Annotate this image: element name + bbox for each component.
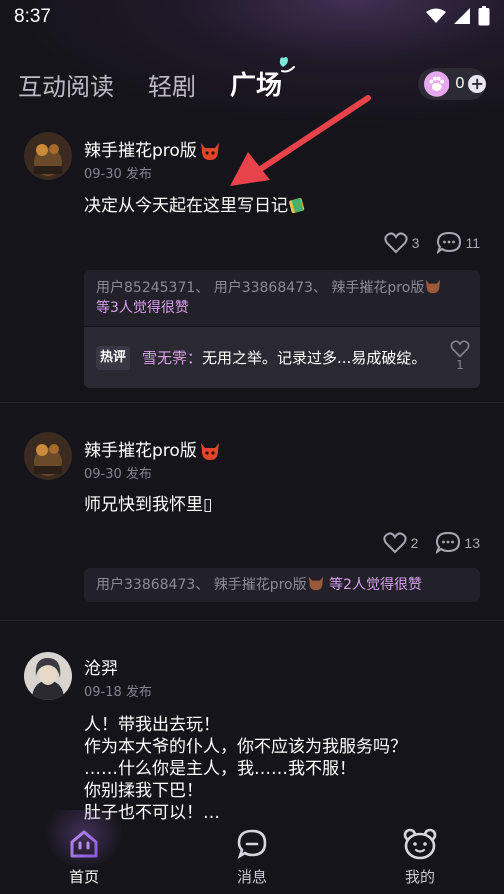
post-date: 09-18 发布: [84, 685, 152, 700]
add-coin-button[interactable]: +: [468, 75, 486, 93]
like-button[interactable]: 2: [383, 532, 419, 554]
hot-comment-tag: 热评: [96, 345, 130, 370]
tab-plaza[interactable]: 广场: [230, 56, 296, 102]
comment-bubble-icon: [436, 532, 461, 554]
post-text[interactable]: 师兄快到我怀里▯: [84, 494, 212, 516]
hot-comment-text: 无用之举。记录过多...易成破绽。: [202, 349, 427, 367]
liked-by-suffix: 等3人觉得很赞: [96, 300, 189, 316]
nav-home-label: 首页: [68, 868, 99, 886]
bottom-nav: 首页 消息 我的: [0, 810, 504, 894]
like-button[interactable]: 3: [384, 232, 420, 254]
post-text[interactable]: 人！带我出去玩！ 作为本大爷的仆人，你不应该为我服务吗？ ……什么你是主人，我……: [84, 714, 407, 820]
post-text-content: 决定从今天起在这里写日记: [84, 196, 288, 216]
nav-home[interactable]: 首页: [44, 828, 124, 887]
liked-by-suffix: 等2人觉得很赞: [329, 577, 422, 593]
post-card[interactable]: 辣手摧花pro版 09-30 发布 决定从今天起在这里写日记 3 11 用户85…: [0, 118, 504, 402]
post-text-line: 作为本大爷的仆人，你不应该为我服务吗？: [84, 737, 407, 757]
hot-comment-like-count: 1: [456, 358, 464, 372]
author-name[interactable]: 辣手摧花pro版: [84, 436, 221, 461]
post-divider: [0, 402, 504, 403]
comment-button[interactable]: 13: [436, 532, 480, 554]
post-card[interactable]: 沧羿 09-18 发布 人！带我出去玩！ 作为本大爷的仆人，你不应该为我服务吗？…: [0, 632, 504, 820]
status-icons: [426, 6, 490, 26]
status-bar: 8:37: [0, 0, 504, 34]
heart-icon: [450, 340, 470, 358]
liked-by-line: 用户33868473、 辣手摧花pro版 等2人觉得很赞: [84, 568, 480, 601]
hot-comment-user[interactable]: 雪无霁：: [142, 347, 202, 368]
post-date: 09-30 发布: [84, 467, 152, 482]
post-text-line: 肚子也不可以！…: [84, 803, 220, 820]
paw-count: 0: [455, 75, 465, 92]
avatar[interactable]: [24, 432, 72, 480]
liked-by-users: 用户85245371、 用户33868473、 辣手摧花pro版: [96, 280, 425, 296]
post-text[interactable]: 决定从今天起在这里写日记: [84, 195, 306, 217]
nav-messages-label: 消息: [236, 868, 267, 886]
wifi-icon: [426, 8, 446, 23]
author-name-text: 辣手摧花pro版: [84, 441, 197, 461]
sparkle-heart-icon: [279, 56, 296, 73]
hot-comment[interactable]: 热评 雪无霁： 无用之举。记录过多...易成破绽。 1: [84, 326, 480, 388]
author-name-text: 辣手摧花pro版: [84, 141, 197, 161]
message-icon: [237, 829, 267, 859]
post-text-line: ……什么你是主人，我……我不服！: [84, 759, 356, 779]
nav-messages[interactable]: 消息: [212, 828, 292, 887]
nav-profile[interactable]: 我的: [380, 828, 460, 887]
tab-plaza-label: 广场: [230, 71, 283, 101]
devil-emoji-icon: [200, 143, 219, 160]
post-card[interactable]: 辣手摧花pro版 09-30 发布 师兄快到我怀里▯ 2 13 用户338684…: [0, 414, 504, 620]
post-stats: 2 13: [383, 532, 480, 554]
post-text-line: 人！带我出去玩！: [84, 715, 220, 735]
liked-by-users: 用户33868473、 辣手摧花pro版: [96, 577, 307, 593]
author-name[interactable]: 辣手摧花pro版: [84, 136, 221, 161]
avatar[interactable]: [24, 132, 72, 180]
post-divider: [0, 620, 504, 621]
hot-comment-like-button[interactable]: 1: [450, 340, 470, 372]
paw-icon: [424, 71, 450, 97]
liked-by-summary[interactable]: 用户85245371、 用户33868473、 辣手摧花pro版 等3人觉得很赞: [84, 270, 480, 324]
avatar[interactable]: [24, 652, 72, 700]
like-count: 3: [411, 235, 420, 251]
tab-interactive-reading[interactable]: 互动阅读: [18, 67, 114, 102]
author-name[interactable]: 沧羿: [84, 654, 118, 679]
devil-emoji-icon: [426, 279, 441, 294]
status-time: 8:37: [14, 6, 51, 27]
nav-profile-label: 我的: [404, 868, 435, 886]
comment-count: 13: [464, 535, 480, 551]
comment-button[interactable]: 11: [437, 232, 480, 254]
signal-icon: [454, 8, 470, 24]
plaza-feed[interactable]: 辣手摧花pro版 09-30 发布 决定从今天起在这里写日记 3 11 用户85…: [0, 118, 504, 820]
tab-short-drama[interactable]: 轻剧: [148, 67, 196, 102]
devil-emoji-icon: [308, 576, 323, 591]
bear-face-icon: [403, 828, 437, 860]
home-icon: [70, 830, 98, 858]
heart-icon: [384, 232, 408, 254]
paw-coin-counter[interactable]: 0 +: [418, 68, 486, 100]
battery-icon: [478, 6, 490, 26]
comment-bubble-icon: [437, 232, 462, 254]
liked-by-summary[interactable]: 用户33868473、 辣手摧花pro版 等2人觉得很赞: [84, 568, 480, 602]
devil-emoji-icon: [200, 443, 219, 460]
notebook-emoji-icon: [289, 197, 305, 214]
top-tabs: 互动阅读 轻剧 广场: [18, 56, 316, 102]
post-text-line: 你别揉我下巴！: [84, 781, 203, 801]
comment-count: 11: [465, 235, 480, 251]
post-date: 09-30 发布: [84, 167, 152, 182]
likes-and-hot-comment[interactable]: 用户85245371、 用户33868473、 辣手摧花pro版 等3人觉得很赞…: [84, 270, 480, 388]
post-stats: 3 11: [384, 232, 480, 254]
like-count: 2: [410, 535, 419, 551]
heart-icon: [383, 532, 407, 554]
